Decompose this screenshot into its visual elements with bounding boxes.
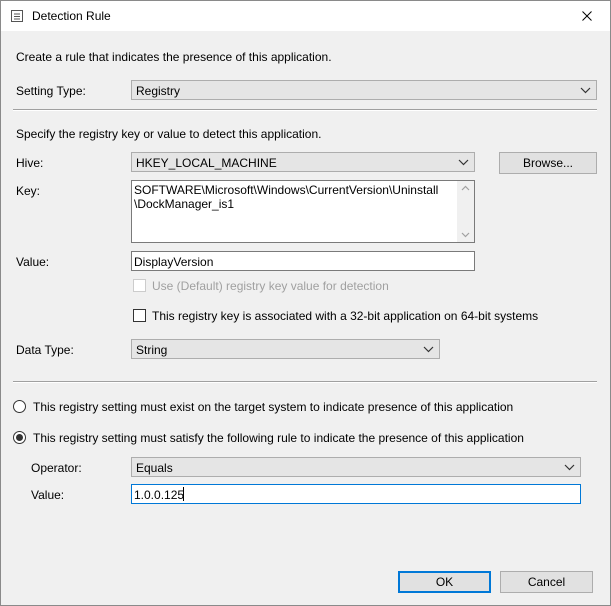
setting-type-label: Setting Type: (16, 84, 86, 98)
operator-dropdown[interactable]: Equals (131, 457, 581, 477)
use-default-label: Use (Default) registry key value for det… (152, 279, 389, 293)
window-title: Detection Rule (32, 9, 111, 23)
value-label: Value: (16, 255, 50, 269)
chevron-down-icon (423, 346, 434, 353)
cancel-button-label: Cancel (527, 575, 566, 589)
hive-label: Hive: (16, 156, 44, 170)
bit32-label: This registry key is associated with a 3… (152, 309, 539, 323)
setting-type-value: Registry (136, 84, 181, 98)
ok-button[interactable]: OK (398, 571, 491, 593)
title-bar: Detection Rule (1, 1, 610, 31)
use-default-checkbox[interactable] (133, 279, 146, 292)
value-input[interactable]: DisplayVersion (131, 251, 475, 271)
rule-value-text: 1.0.0.125 (134, 488, 185, 502)
data-type-dropdown[interactable]: String (131, 339, 440, 359)
section-divider (13, 381, 597, 383)
cancel-button[interactable]: Cancel (500, 571, 593, 593)
key-scrollbar[interactable] (457, 181, 474, 242)
chevron-down-icon (580, 87, 591, 94)
data-type-value: String (136, 343, 168, 357)
key-label: Key: (16, 184, 41, 198)
hive-dropdown[interactable]: HKEY_LOCAL_MACHINE (131, 152, 475, 172)
key-value: SOFTWARE\Microsoft\Windows\CurrentVersio… (134, 183, 439, 211)
registry-instructions: Specify the registry key or value to det… (16, 127, 322, 141)
close-button[interactable] (564, 1, 610, 31)
browse-button-label: Browse... (522, 156, 573, 170)
text-caret (183, 487, 184, 501)
ok-button-label: OK (435, 575, 454, 589)
chevron-down-icon (564, 464, 575, 471)
section-divider (13, 109, 597, 111)
satisfy-radio[interactable] (13, 431, 26, 444)
rule-value-label: Value: (31, 488, 65, 502)
exist-radio[interactable] (13, 400, 26, 413)
operator-label: Operator: (31, 461, 82, 475)
dialog-list-icon (11, 10, 23, 22)
chevron-down-icon (458, 159, 469, 166)
value-text: DisplayVersion (134, 255, 214, 269)
hive-value: HKEY_LOCAL_MACHINE (136, 156, 277, 170)
rule-value-input[interactable]: 1.0.0.125 (131, 484, 581, 504)
intro-text: Create a rule that indicates the presenc… (16, 50, 332, 64)
data-type-label: Data Type: (16, 343, 74, 357)
satisfy-radio-label: This registry setting must satisfy the f… (33, 431, 524, 445)
operator-value: Equals (136, 461, 173, 475)
setting-type-dropdown[interactable]: Registry (131, 80, 597, 100)
radio-selected-dot (16, 434, 23, 441)
scroll-up-icon (461, 185, 470, 191)
exist-radio-label: This registry setting must exist on the … (33, 400, 514, 414)
close-icon (582, 11, 592, 21)
browse-button[interactable]: Browse... (499, 152, 597, 174)
key-textarea[interactable]: SOFTWARE\Microsoft\Windows\CurrentVersio… (131, 180, 475, 243)
bit32-checkbox[interactable] (133, 309, 146, 322)
scroll-down-icon (461, 232, 470, 238)
